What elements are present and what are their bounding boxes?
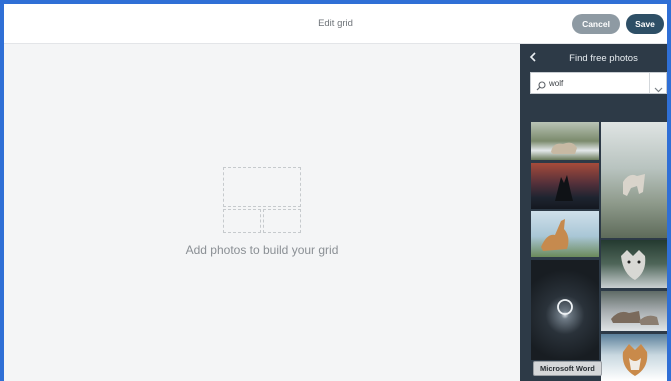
photo-result-8[interactable] [601,334,667,381]
grid-placeholder-top [223,167,301,207]
panel-title: Find free photos [569,53,638,64]
photo-result-1[interactable] [531,122,599,160]
photo-result-3[interactable] [531,163,599,209]
top-bar: Edit grid Cancel Save [4,4,667,44]
save-button[interactable]: Save [626,14,664,34]
photo-result-5[interactable] [601,240,667,288]
search-input[interactable] [549,75,645,91]
photo-search-field[interactable] [530,72,667,94]
empty-grid-message: Add photos to build your grid [185,243,339,257]
chevron-left-icon[interactable] [529,52,537,65]
chevron-down-icon[interactable] [654,80,663,98]
grid-placeholder-bottom-left [223,209,261,233]
photo-result-4[interactable] [531,211,599,257]
grid-canvas[interactable]: Add photos to build your grid [4,44,520,381]
photo-result-7[interactable] [601,291,667,331]
search-icon [536,78,546,96]
edit-grid-window: Edit grid Cancel Save Add photos to buil… [4,4,667,381]
page-title: Edit grid [318,18,353,29]
cancel-button[interactable]: Cancel [572,14,620,34]
photo-result-2[interactable] [601,122,667,238]
grid-placeholder-bottom-right [263,209,301,233]
taskbar-tooltip: Microsoft Word [533,361,602,376]
search-divider [649,73,650,93]
photo-result-6[interactable] [531,260,599,360]
find-photos-panel: Find free photos [520,44,667,381]
